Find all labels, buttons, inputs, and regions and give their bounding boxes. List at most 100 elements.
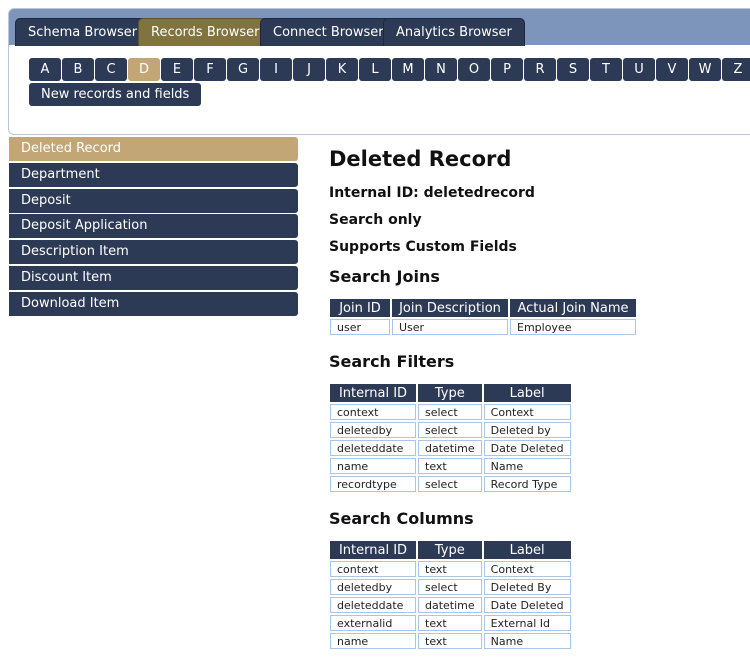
table-cell: deletedby [330,422,416,438]
tab-connect-browser[interactable]: Connect Browser [260,18,397,46]
custom-fields-note: Supports Custom Fields [329,239,517,255]
table-cell: text [418,458,482,474]
letter-u[interactable]: U [623,58,655,81]
table-row: deletedby select Deleted By [330,579,571,595]
column-header: Label [483,384,571,402]
record-sidebar: Deleted Record Department Deposit Deposi… [9,137,298,318]
column-header: Join ID [330,299,390,317]
letter-a[interactable]: A [29,58,61,81]
table-cell: text [418,633,482,649]
table-cell: Context [483,404,571,420]
letter-o[interactable]: O [458,58,490,81]
search-joins-title: Search Joins [329,267,440,286]
table-row: context text Context [330,561,571,577]
letter-p[interactable]: P [491,58,523,81]
table-cell: Name [483,633,571,649]
search-columns-table: Internal ID Type Label context text Cont… [328,539,573,651]
table-cell: datetime [418,597,482,613]
search-joins-table: Join ID Join Description Actual Join Nam… [328,297,638,337]
search-columns-title: Search Columns [329,509,474,528]
table-cell: text [418,561,482,577]
column-header: Label [483,541,571,559]
column-header: Type [418,541,482,559]
table-row: recordtype select Record Type [330,476,571,492]
sidebar-item-discount-item[interactable]: Discount Item [9,265,298,290]
sidebar-item-description-item[interactable]: Description Item [9,240,298,265]
letter-d[interactable]: D [128,58,160,81]
table-row: deleteddate datetime Date Deleted [330,440,571,456]
table-cell: datetime [418,440,482,456]
sidebar-item-deposit-application[interactable]: Deposit Application [9,214,298,239]
table-cell: Context [483,561,571,577]
tab-schema-browser[interactable]: Schema Browser [15,18,151,46]
sidebar-item-department[interactable]: Department [9,162,298,187]
table-cell: Deleted by [483,422,571,438]
letter-s[interactable]: S [557,58,589,81]
letter-f[interactable]: F [194,58,226,81]
column-header: Type [418,384,482,402]
sidebar-item-download-item[interactable]: Download Item [9,291,298,316]
table-row: context select Context [330,404,571,420]
table-cell: Name [483,458,571,474]
letter-r[interactable]: R [524,58,556,81]
table-cell: select [418,422,482,438]
table-cell: select [418,476,482,492]
letter-k[interactable]: K [326,58,358,81]
table-cell: context [330,561,416,577]
letter-z[interactable]: Z [722,58,750,81]
search-filters-title: Search Filters [329,352,455,371]
header-panel: Schema Browser Records Browser Connect B… [8,8,750,135]
table-cell: Date Deleted [483,597,571,613]
table-row: user User Employee [330,319,636,335]
letter-b[interactable]: B [62,58,94,81]
letter-n[interactable]: N [425,58,457,81]
column-header: Internal ID [330,541,416,559]
table-cell: context [330,404,416,420]
column-header: Join Description [392,299,508,317]
letter-l[interactable]: L [359,58,391,81]
search-only-note: Search only [329,212,422,228]
column-header: Internal ID [330,384,416,402]
table-cell: Record Type [483,476,571,492]
table-cell: deleteddate [330,440,416,456]
letter-v[interactable]: V [656,58,688,81]
table-cell: deletedby [330,579,416,595]
sidebar-item-deleted-record[interactable]: Deleted Record [9,137,298,161]
letter-i[interactable]: I [260,58,292,81]
table-cell: select [418,579,482,595]
letter-t[interactable]: T [590,58,622,81]
table-cell: user [330,319,390,335]
column-header: Actual Join Name [510,299,636,317]
new-records-button[interactable]: New records and fields [29,83,202,106]
table-row: name text Name [330,633,571,649]
table-cell: User [392,319,508,335]
table-cell: deleteddate [330,597,416,613]
tab-analytics-browser[interactable]: Analytics Browser [383,18,525,46]
table-cell: Date Deleted [483,440,571,456]
tab-records-browser[interactable]: Records Browser [138,18,273,46]
letter-w[interactable]: W [689,58,721,81]
letter-g[interactable]: G [227,58,259,81]
table-cell: text [418,615,482,631]
letter-j[interactable]: J [293,58,325,81]
letter-m[interactable]: M [392,58,424,81]
table-row: name text Name [330,458,571,474]
record-detail: Deleted Record Internal ID: deletedrecor… [329,147,739,651]
table-row: externalid text External Id [330,615,571,631]
tab-bar: Schema Browser Records Browser Connect B… [9,9,750,46]
internal-id: Internal ID: deletedrecord [329,185,535,201]
table-cell: select [418,404,482,420]
letter-e[interactable]: E [161,58,193,81]
table-cell: recordtype [330,476,416,492]
letter-c[interactable]: C [95,58,127,81]
search-filters-table: Internal ID Type Label context select Co… [328,382,573,494]
page-title: Deleted Record [329,147,512,171]
table-cell: externalid [330,615,416,631]
table-cell: name [330,633,416,649]
table-cell: name [330,458,416,474]
table-cell: External Id [483,615,571,631]
sidebar-item-deposit[interactable]: Deposit [9,188,298,213]
table-cell: Employee [510,319,636,335]
table-cell: Deleted By [483,579,571,595]
table-row: deletedby select Deleted by [330,422,571,438]
